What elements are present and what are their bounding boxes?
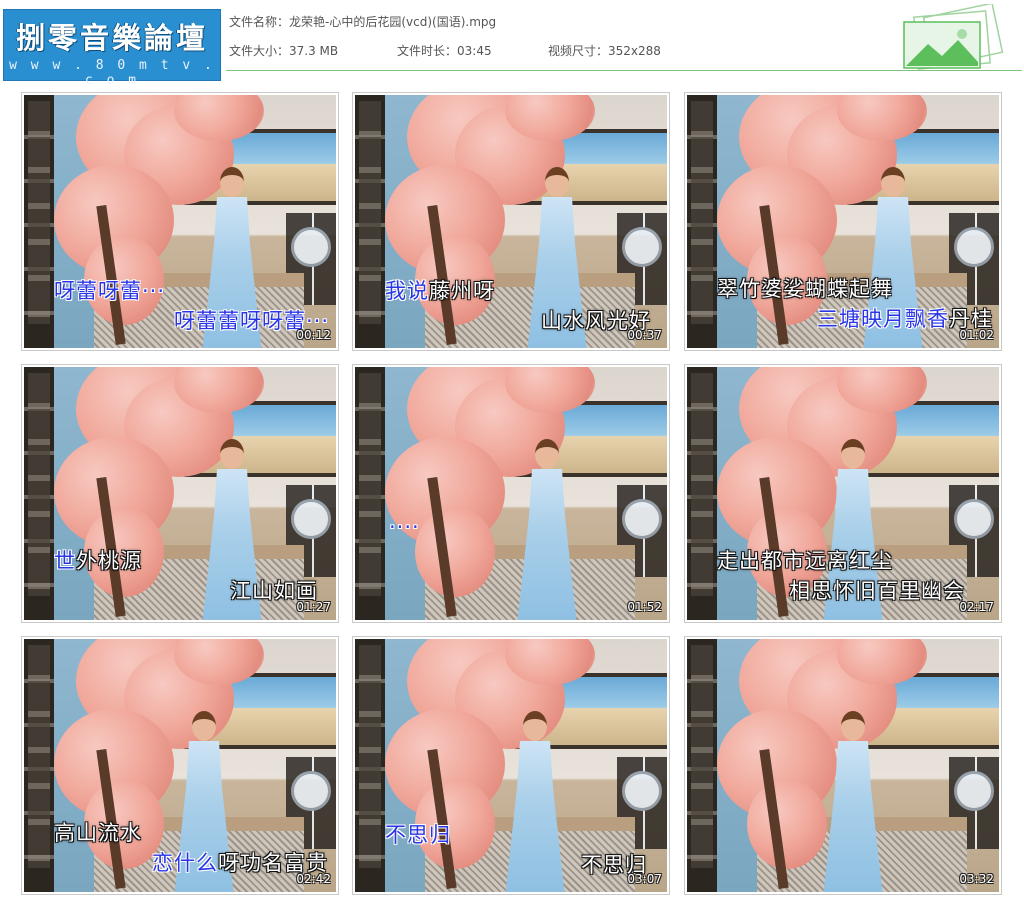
duration-info: 文件时长：03:45: [397, 42, 492, 59]
video-frame: ···· 01:52: [355, 367, 667, 620]
lyric-line-1: 世外桃源: [54, 549, 142, 573]
video-frame: 不思归 不思归 03:07: [355, 639, 667, 892]
thumbnail-8[interactable]: 不思归 不思归 03:07: [352, 636, 670, 895]
lyric-line-1: 不思归: [385, 823, 451, 847]
duration-label: 文件时长：: [397, 44, 458, 58]
file-name-info: 文件名称：龙荣艳-心中的后花园(vcd)(国语).mpg: [229, 13, 496, 30]
lyric-line-1: 翠竹婆娑蝴蝶起舞: [717, 277, 893, 301]
video-frame: 呀蕾呀蕾··· 呀蕾蕾呀呀蕾··· 00:12: [24, 95, 336, 348]
lyric-line-1: 我说藤州呀: [385, 279, 495, 303]
lyric-line-1: 走出都市远离红尘: [717, 549, 893, 573]
site-logo: 捌零音樂論壇 w w w . 8 0 m t v . c o m: [3, 9, 221, 88]
file-name-label: 文件名称：: [229, 15, 290, 29]
lyric-line-2: 相思怀旧百里幽会: [789, 579, 965, 603]
thumbnail-1[interactable]: 呀蕾呀蕾··· 呀蕾蕾呀呀蕾··· 00:12: [21, 92, 339, 351]
lyric-line-1: 呀蕾呀蕾···: [54, 279, 166, 303]
timestamp: 02:42: [296, 872, 331, 886]
lyric-line-1: ····: [389, 515, 420, 539]
file-size-value: 37.3 MB: [289, 44, 339, 58]
logo-title: 捌零音樂論壇: [15, 21, 208, 55]
thumbnail-9[interactable]: 03:32: [684, 636, 1002, 895]
thumbnail-2[interactable]: 我说藤州呀 山水风光好 00:37: [352, 92, 670, 351]
video-frame: 翠竹婆娑蝴蝶起舞 三塘映月飘香丹桂 01:02: [687, 95, 999, 348]
logo-url: w w w . 8 0 m t v . c o m: [9, 58, 215, 88]
header-divider: [226, 70, 1022, 71]
video-frame: 03:32: [687, 639, 999, 892]
file-size-info: 文件大小：37.3 MB: [229, 42, 338, 59]
singer: [505, 711, 565, 892]
timestamp: 00:37: [627, 328, 662, 342]
video-dims-info: 视频尺寸：352x288: [548, 42, 661, 59]
video-frame: 走出都市远离红尘 相思怀旧百里幽会 02:17: [687, 367, 999, 620]
video-dims-value: 352x288: [608, 44, 661, 58]
video-dims-label: 视频尺寸：: [548, 44, 609, 58]
lyric-line-1: 高山流水: [54, 821, 142, 845]
timestamp: 03:32: [959, 872, 994, 886]
singer: [517, 439, 577, 620]
duration-value: 03:45: [457, 44, 492, 58]
timestamp: 01:52: [627, 600, 662, 614]
video-frame: 我说藤州呀 山水风光好 00:37: [355, 95, 667, 348]
video-frame: 世外桃源 江山如画 01:27: [24, 367, 336, 620]
file-name-value: 龙荣艳-心中的后花园(vcd)(国语).mpg: [289, 15, 497, 29]
singer: [823, 711, 883, 892]
thumbnail-7[interactable]: 高山流水 恋什么呀功名富贵 02:42: [21, 636, 339, 895]
file-size-label: 文件大小：: [229, 44, 290, 58]
green-picture-frames-icon: [903, 4, 1004, 70]
timestamp: 01:27: [296, 600, 331, 614]
timestamp: 00:12: [296, 328, 331, 342]
video-frame: 高山流水 恋什么呀功名富贵 02:42: [24, 639, 336, 892]
timestamp: 02:17: [959, 600, 994, 614]
timestamp: 03:07: [627, 872, 662, 886]
thumbnail-3[interactable]: 翠竹婆娑蝴蝶起舞 三塘映月飘香丹桂 01:02: [684, 92, 1002, 351]
thumbnail-5[interactable]: ···· 01:52: [352, 364, 670, 623]
timestamp: 01:02: [959, 328, 994, 342]
thumbnail-4[interactable]: 世外桃源 江山如画 01:27: [21, 364, 339, 623]
thumbnail-6[interactable]: 走出都市远离红尘 相思怀旧百里幽会 02:17: [684, 364, 1002, 623]
